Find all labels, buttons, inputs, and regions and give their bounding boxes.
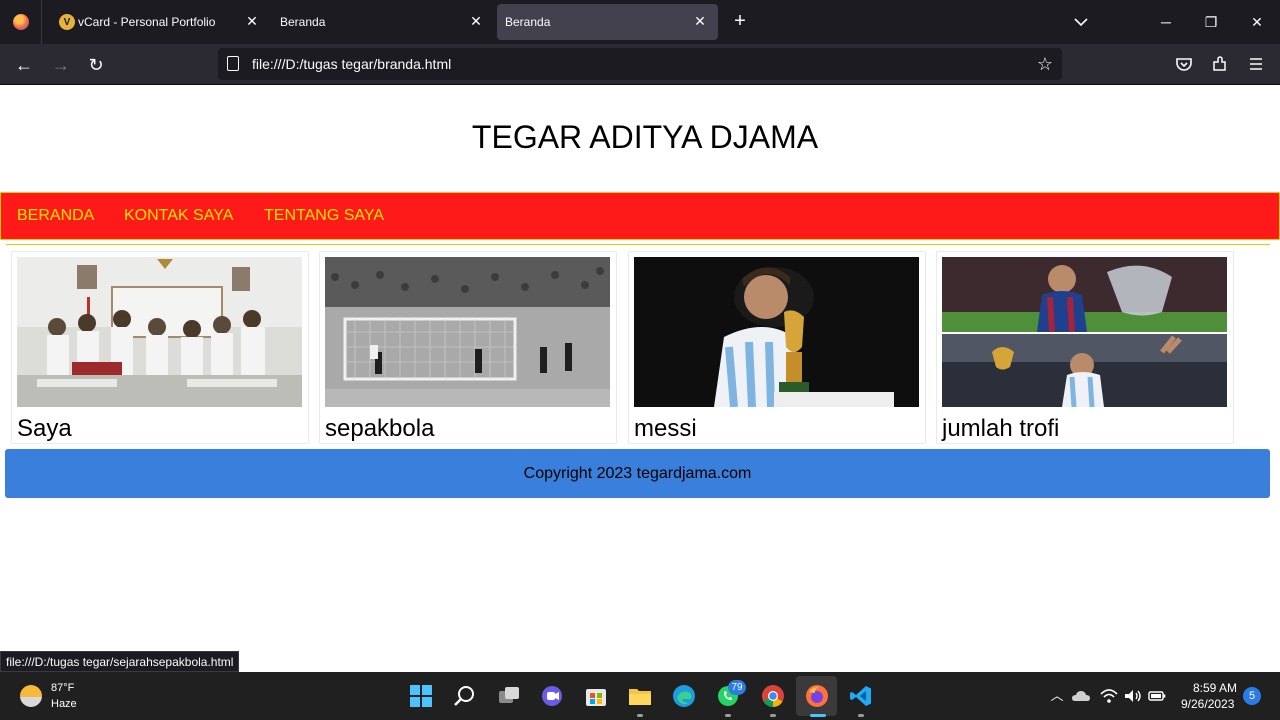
weather-temperature[interactable]: 87°F (51, 682, 74, 694)
taskbar: 87°F Haze 79 ︿ 8:59 AM 9/26/2023 (0, 672, 1280, 720)
card-jumlah-trofi[interactable]: jumlah trofi (936, 251, 1234, 444)
close-tab-icon[interactable]: ✕ (244, 13, 260, 29)
onedrive-cloud-icon[interactable] (1071, 686, 1091, 706)
back-arrow-icon[interactable]: ← (13, 54, 35, 76)
reload-icon[interactable]: ↻ (85, 54, 107, 76)
notification-count-badge[interactable]: 5 (1243, 687, 1261, 705)
vintage-football-match-photo[interactable] (325, 257, 610, 407)
url-text[interactable]: file:///D:/tugas tegar/branda.html (252, 56, 451, 72)
page-footer: Copyright 2023 tegardjama.com (5, 449, 1270, 498)
pocket-icon[interactable] (1174, 54, 1194, 74)
new-tab-button[interactable]: + (728, 10, 752, 34)
windows-start-icon[interactable] (409, 684, 433, 708)
extensions-icon[interactable] (1210, 54, 1230, 74)
microsoft-store-icon[interactable] (584, 684, 608, 708)
weather-haze-icon[interactable] (20, 685, 42, 707)
firefox-menu-icon[interactable] (0, 0, 42, 44)
wifi-icon[interactable] (1099, 686, 1119, 706)
web-page: TEGAR ADITYA DJAMA BERANDA KONTAK SAYA T… (0, 85, 1280, 672)
tab-title: vCard - Personal Portfolio (78, 15, 216, 29)
card-caption[interactable]: sepakbola (325, 415, 434, 443)
chrome-icon[interactable] (761, 684, 785, 708)
edge-icon[interactable] (672, 684, 696, 708)
address-bar[interactable]: file:///D:/tugas tegar/branda.html ☆ (218, 48, 1062, 80)
messi-trophies-collage[interactable] (942, 257, 1227, 407)
restore-window-icon[interactable]: ❐ (1201, 12, 1221, 32)
menu-link-kontak-saya[interactable]: KONTAK SAYA (124, 207, 233, 225)
page-icon (227, 56, 239, 71)
card-caption[interactable]: jumlah trofi (942, 415, 1059, 443)
tab-title: Beranda (280, 15, 326, 29)
tab-beranda-active[interactable]: Beranda ✕ (497, 4, 718, 40)
navigation-toolbar: ← → ↻ file:///D:/tugas tegar/branda.html… (0, 44, 1280, 85)
close-window-icon[interactable]: ✕ (1247, 12, 1267, 32)
tab-beranda-1[interactable]: Beranda ✕ (272, 4, 494, 40)
list-all-tabs-icon[interactable] (1070, 12, 1092, 32)
card-messi[interactable]: messi (628, 251, 926, 444)
menu-link-tentang-saya[interactable]: TENTANG SAYA (264, 207, 384, 225)
show-hidden-icons-chevron-icon[interactable]: ︿ (1047, 686, 1067, 706)
clock-date[interactable]: 9/26/2023 (1181, 697, 1234, 711)
teams-chat-icon[interactable] (540, 684, 564, 708)
main-menu: BERANDA KONTAK SAYA TENTANG SAYA (0, 192, 1280, 240)
vscode-icon[interactable] (849, 684, 873, 708)
battery-icon[interactable] (1147, 686, 1167, 706)
site-title: TEGAR ADITYA DJAMA (471, 119, 819, 155)
tab-title: Beranda (505, 15, 551, 29)
card-caption[interactable]: Saya (17, 415, 72, 443)
running-indicator (637, 714, 643, 717)
active-indicator (810, 714, 826, 717)
divider (6, 244, 1270, 245)
weather-condition[interactable]: Haze (51, 698, 77, 710)
menu-link-beranda[interactable]: BERANDA (17, 207, 94, 225)
messi-kissing-world-cup-trophy[interactable] (634, 257, 919, 407)
running-indicator (858, 714, 864, 717)
whatsapp-unread-badge: 79 (728, 680, 746, 695)
bookmark-star-icon[interactable]: ☆ (1034, 53, 1056, 75)
running-indicator (770, 714, 776, 717)
card-caption[interactable]: messi (634, 415, 697, 443)
forward-arrow-icon[interactable]: → (50, 54, 72, 76)
tab-strip: V vCard - Personal Portfolio ✕ Beranda ✕… (0, 0, 1280, 44)
clock-time[interactable]: 8:59 AM (1193, 681, 1237, 695)
app-menu-icon[interactable] (1246, 54, 1266, 74)
minimize-window-icon[interactable]: ─ (1156, 12, 1176, 32)
tab-vcard[interactable]: V vCard - Personal Portfolio ✕ (46, 4, 270, 40)
task-view-icon[interactable] (497, 684, 521, 708)
class-group-photo[interactable] (17, 257, 302, 407)
status-link-preview: file:///D:/tugas tegar/sejarahsepakbola.… (0, 651, 240, 672)
running-indicator (725, 714, 731, 717)
close-tab-icon[interactable]: ✕ (468, 13, 484, 29)
close-tab-icon[interactable]: ✕ (692, 13, 708, 29)
vcard-favicon-icon: V (59, 14, 75, 30)
card-saya[interactable]: Saya (11, 251, 309, 444)
file-explorer-icon[interactable] (628, 684, 652, 708)
search-icon[interactable] (453, 684, 477, 708)
volume-icon[interactable] (1123, 686, 1143, 706)
firefox-icon[interactable] (805, 684, 829, 708)
card-sepakbola[interactable]: sepakbola (319, 251, 617, 444)
